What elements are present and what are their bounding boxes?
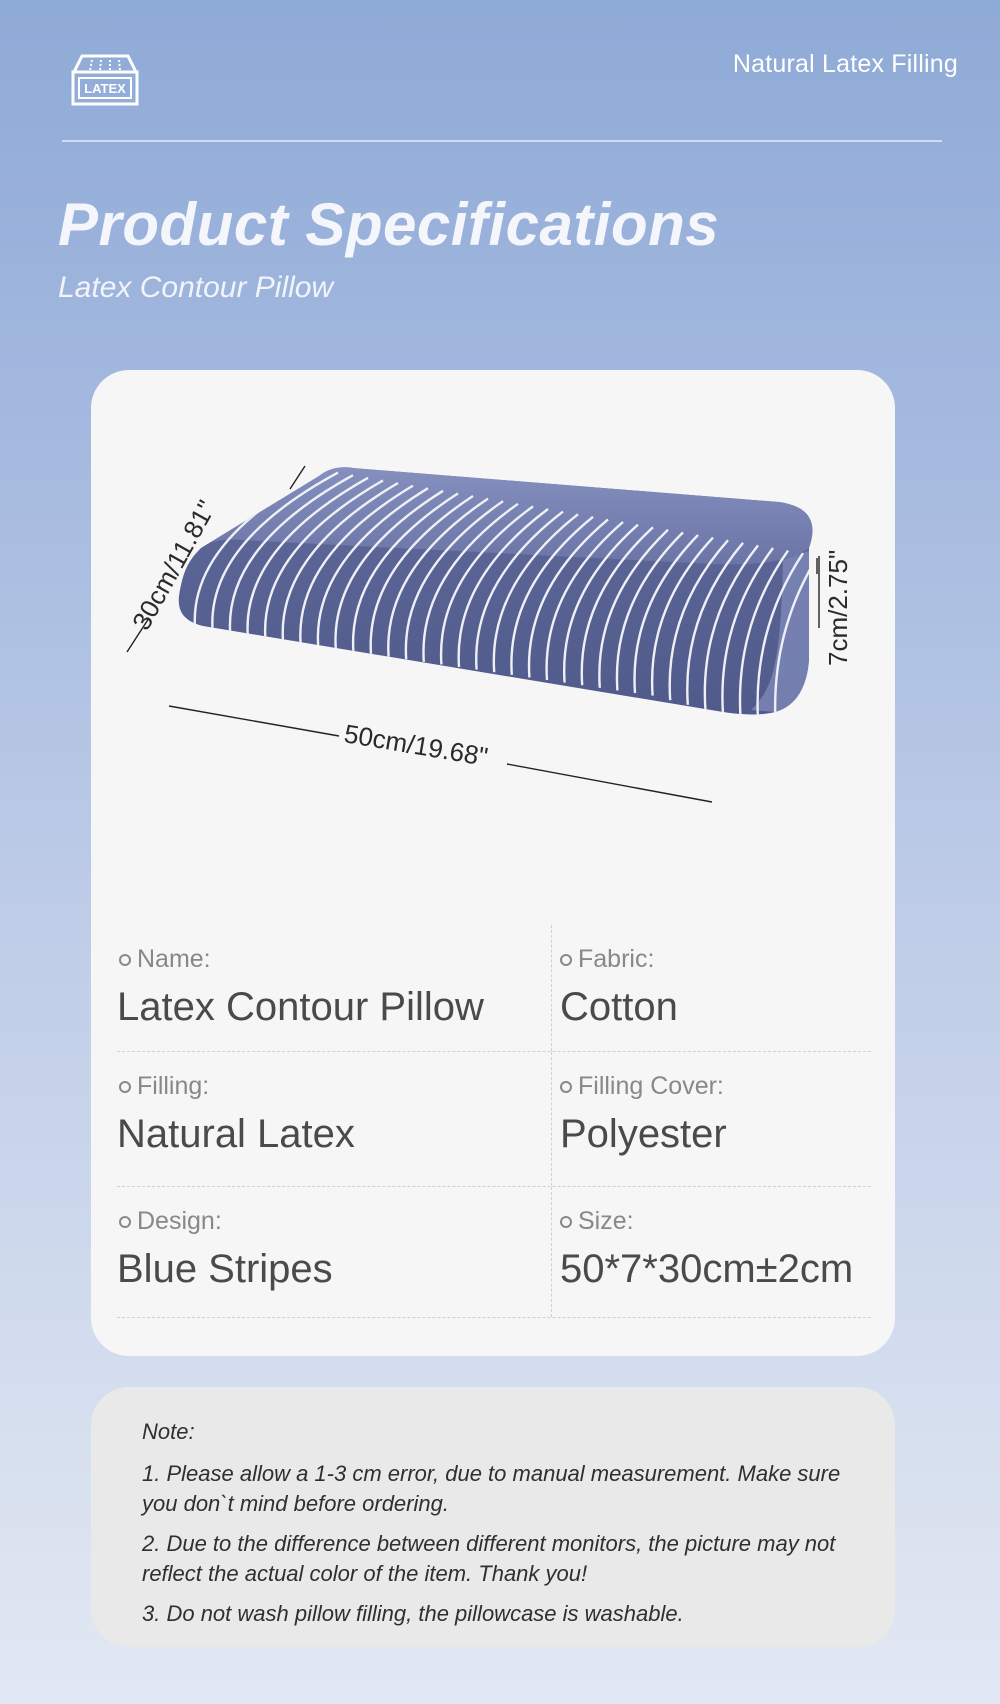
- spec-value: Polyester: [560, 1112, 727, 1156]
- spec-value: Cotton: [560, 985, 678, 1029]
- bullet-icon: [119, 1080, 131, 1093]
- spec-cell: Filling Cover: Polyester: [551, 1052, 871, 1186]
- header-divider: [62, 140, 942, 142]
- height-label: 7cm/2.75": [823, 550, 853, 666]
- spec-label: Filling Cover:: [578, 1072, 724, 1100]
- note-title: Note:: [142, 1419, 195, 1444]
- spec-label: Name:: [137, 945, 211, 973]
- pillow-body: [178, 467, 813, 715]
- spec-cell: Design: Blue Stripes: [117, 1187, 547, 1317]
- note-item: 2. Due to the difference between differe…: [142, 1531, 836, 1586]
- note-card: Note: 1. Please allow a 1-3 cm error, du…: [91, 1387, 895, 1647]
- spec-value: Natural Latex: [117, 1112, 355, 1156]
- bullet-icon: [560, 953, 572, 966]
- spec-label: Size:: [578, 1207, 634, 1235]
- note-item: 1. Please allow a 1-3 cm error, due to m…: [142, 1461, 841, 1516]
- spec-grid: Name: Latex Contour Pillow Fabric: Cotto…: [117, 925, 871, 1318]
- bullet-icon: [560, 1215, 572, 1228]
- width-label: 50cm/19.68": [342, 718, 490, 772]
- bullet-icon: [560, 1080, 572, 1093]
- spec-label: Design:: [137, 1207, 222, 1235]
- bullet-icon: [119, 1215, 131, 1228]
- spec-cell: Fabric: Cotton: [551, 925, 871, 1051]
- spec-row: Filling: Natural Latex Filling Cover: Po…: [117, 1052, 871, 1187]
- spec-value: Blue Stripes: [117, 1247, 333, 1291]
- spec-card: 30cm/11.81" 50cm/19.68" 7cm/2.75" Name: …: [91, 370, 895, 1356]
- page-title: Product Specifications: [58, 191, 720, 258]
- spec-cell: Filling: Natural Latex: [117, 1052, 547, 1186]
- pillow-illustration: 30cm/11.81" 50cm/19.68" 7cm/2.75": [126, 465, 853, 803]
- spec-cell: Size: 50*7*30cm±2cm: [551, 1187, 871, 1317]
- bullet-icon: [119, 953, 131, 966]
- top-tagline: Natural Latex Filling: [732, 50, 958, 78]
- spec-value: 50*7*30cm±2cm: [560, 1247, 854, 1291]
- spec-label: Filling:: [137, 1072, 210, 1100]
- spec-value: Latex Contour Pillow: [117, 985, 484, 1029]
- latex-logo-icon: LATEX: [71, 54, 139, 106]
- spec-label: Fabric:: [578, 945, 655, 973]
- note-item: 3. Do not wash pillow filling, the pillo…: [142, 1601, 684, 1626]
- spec-cell: Name: Latex Contour Pillow: [117, 925, 547, 1051]
- logo-text: LATEX: [84, 81, 126, 96]
- page-subtitle: Latex Contour Pillow: [58, 271, 334, 304]
- spec-row: Design: Blue Stripes Size: 50*7*30cm±2cm: [117, 1187, 871, 1318]
- spec-row: Name: Latex Contour Pillow Fabric: Cotto…: [117, 925, 871, 1052]
